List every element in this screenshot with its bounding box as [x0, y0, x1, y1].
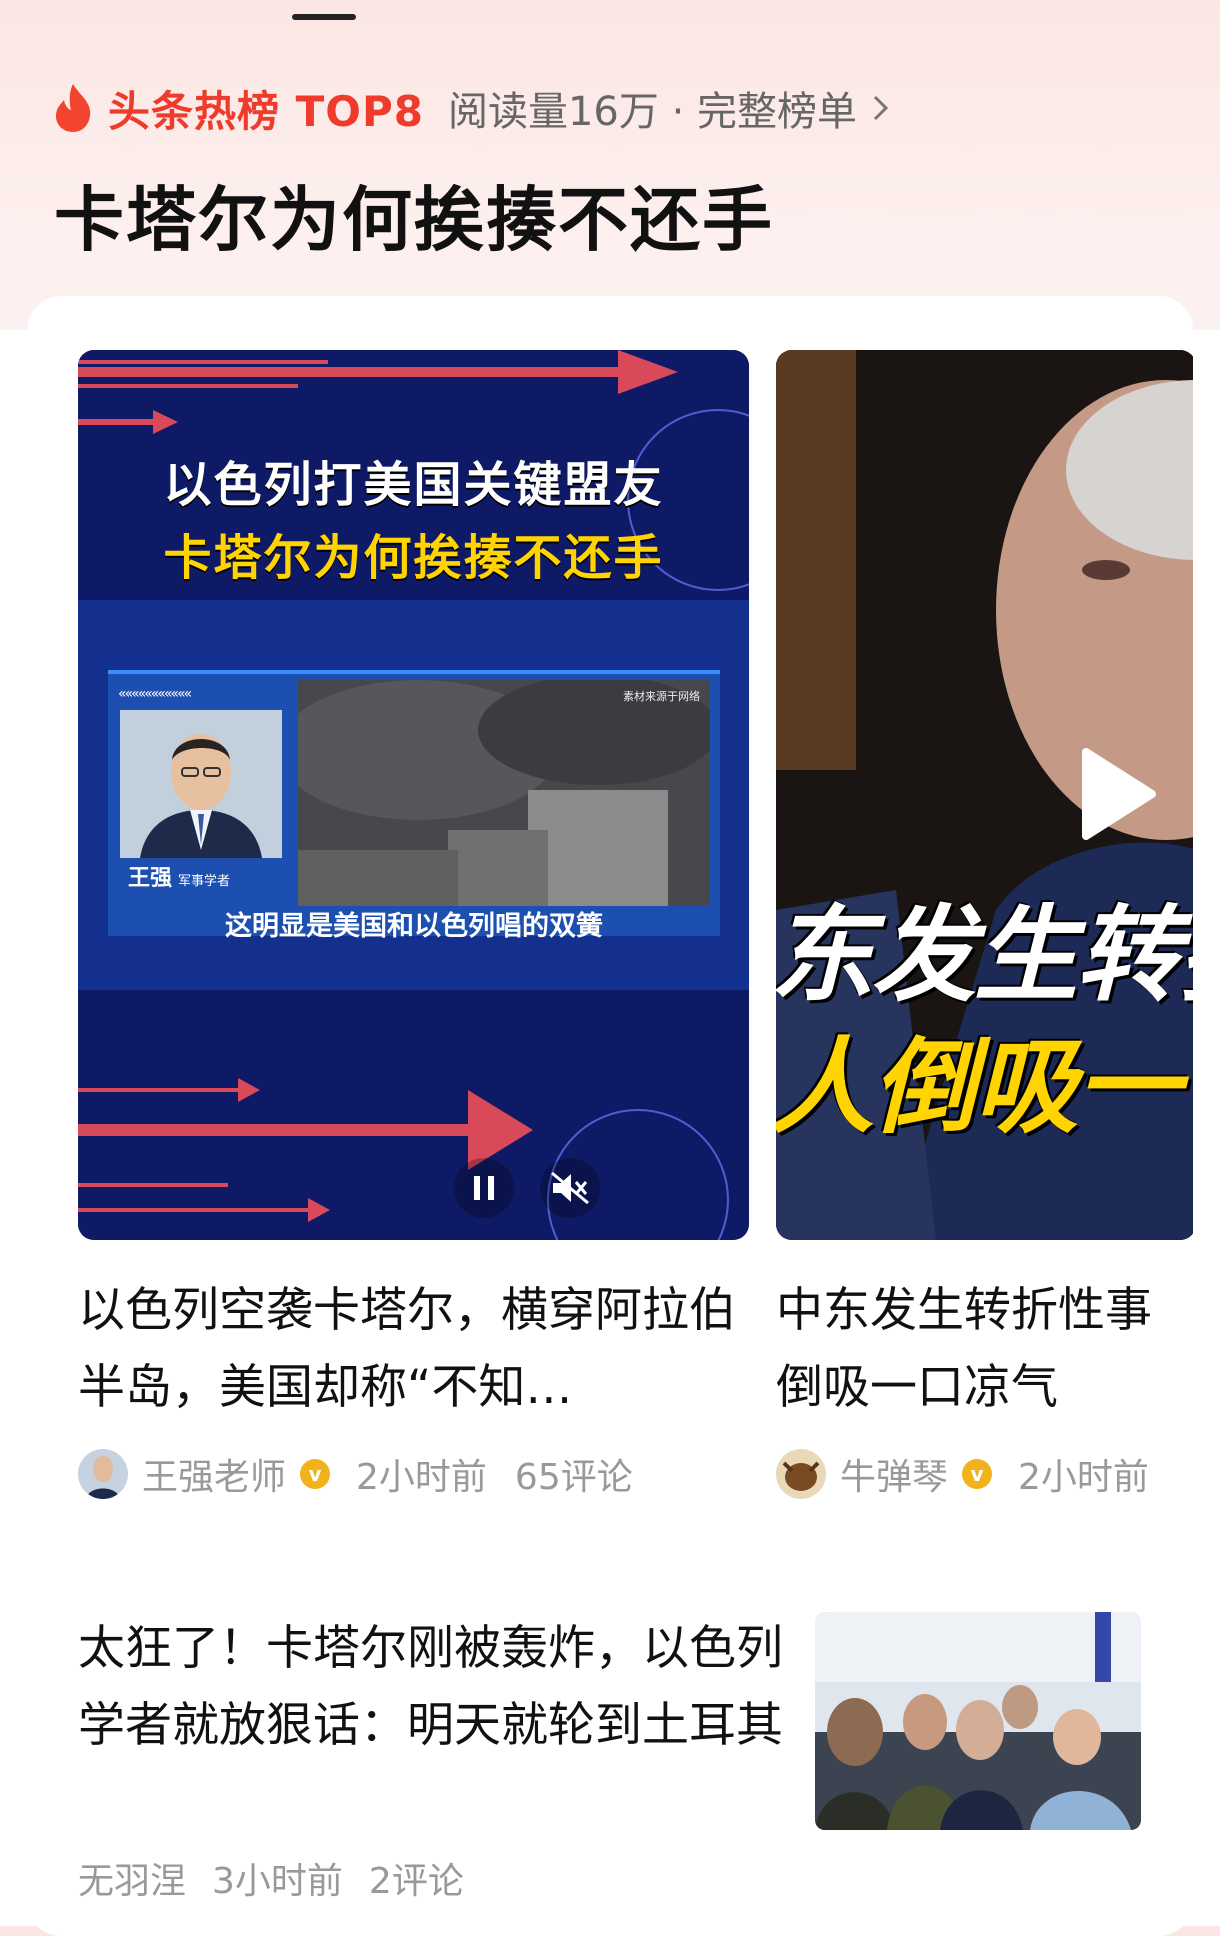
hot-list-header[interactable]: 头条热榜 TOP8 阅读量16万 · 完整榜单	[52, 80, 891, 136]
comment-count[interactable]: 65评论	[515, 1448, 633, 1500]
video-title-2[interactable]: 中东发生转折性事 倒吸一口凉气	[776, 1272, 1193, 1426]
news-thumbnail[interactable]	[815, 1612, 1141, 1830]
avatar[interactable]	[78, 1449, 128, 1499]
inset-decoration: «««««««««««	[118, 686, 192, 702]
video-meta-2: 牛弹琴 v 2小时前	[776, 1448, 1149, 1500]
inset-video-frame: 素材来源于网络	[298, 680, 710, 906]
overlay-line-2: 卡塔尔为何挨揍不还手	[163, 530, 664, 586]
news-title[interactable]: 太狂了！卡塔尔刚被轰炸，以色列学者就放狠话：明天就轮到土耳其	[78, 1610, 788, 1764]
video-player-1[interactable]: 以色列打美国关键盟友 卡塔尔为何挨揍不还手 ««««««««««« 素材来源于网…	[78, 350, 749, 1240]
source-note: 素材来源于网络	[623, 690, 700, 703]
verified-icon: v	[962, 1459, 993, 1489]
verified-icon: v	[300, 1459, 331, 1489]
video-subtitle: 这明显是美国和以色列唱的双簧	[225, 911, 603, 942]
author-name[interactable]: 牛弹琴	[840, 1448, 948, 1500]
video-title-1[interactable]: 以色列空袭卡塔尔，横穿阿拉伯半岛，美国却称“不知…	[78, 1272, 758, 1426]
play-icon[interactable]	[1076, 746, 1158, 842]
pause-icon	[474, 1176, 494, 1200]
page-title: 卡塔尔为何挨揍不还手	[54, 179, 774, 261]
comment-count[interactable]: 2评论	[369, 1861, 464, 1902]
video-title-2-line-2: 倒吸一口凉气	[776, 1360, 1058, 1415]
guest-role: 军事学者	[178, 874, 231, 889]
overlay-line-1: 东发生转折	[776, 894, 1193, 1016]
author-name[interactable]: 王强老师	[142, 1448, 286, 1500]
guest-portrait	[120, 710, 282, 858]
post-time: 3小时前	[212, 1861, 343, 1902]
news-meta: 无羽涅 3小时前 2评论	[78, 1852, 464, 1904]
video-inset: ««««««««««« 素材来源于网络 王强 军事学者 这明显是美国和以色列唱的…	[108, 670, 720, 942]
post-time: 2小时前	[1018, 1457, 1149, 1498]
video-player-2[interactable]: 东发生转折 人倒吸一	[776, 350, 1193, 1240]
mute-button[interactable]	[540, 1158, 600, 1218]
overlay-line-2: 人倒吸一	[776, 1026, 1180, 1148]
video-meta-1: 王强老师 v 2小时前 65评论	[78, 1448, 633, 1500]
overlay-line-1: 以色列打美国关键盟友	[163, 457, 664, 513]
author-name[interactable]: 无羽涅	[78, 1861, 186, 1902]
hot-list-meta[interactable]: 阅读量16万 · 完整榜单	[448, 79, 857, 137]
post-time: 2小时前	[356, 1457, 487, 1498]
guest-name: 王强	[128, 866, 173, 891]
drag-handle[interactable]	[292, 14, 356, 20]
avatar[interactable]	[776, 1449, 826, 1499]
chevron-right-icon	[873, 95, 889, 121]
content-card: 以色列打美国关键盟友 卡塔尔为何挨揍不还手 ««««««««««« 素材来源于网…	[27, 296, 1193, 1936]
video-title-2-line-1: 中东发生转折性事	[776, 1283, 1152, 1338]
hot-list-title: 头条热榜 TOP8	[108, 86, 424, 136]
guest-caption: 王强 军事学者	[128, 860, 230, 892]
flame-icon	[56, 84, 91, 132]
pause-button[interactable]	[454, 1158, 514, 1218]
muted-speaker-icon	[551, 1171, 589, 1205]
